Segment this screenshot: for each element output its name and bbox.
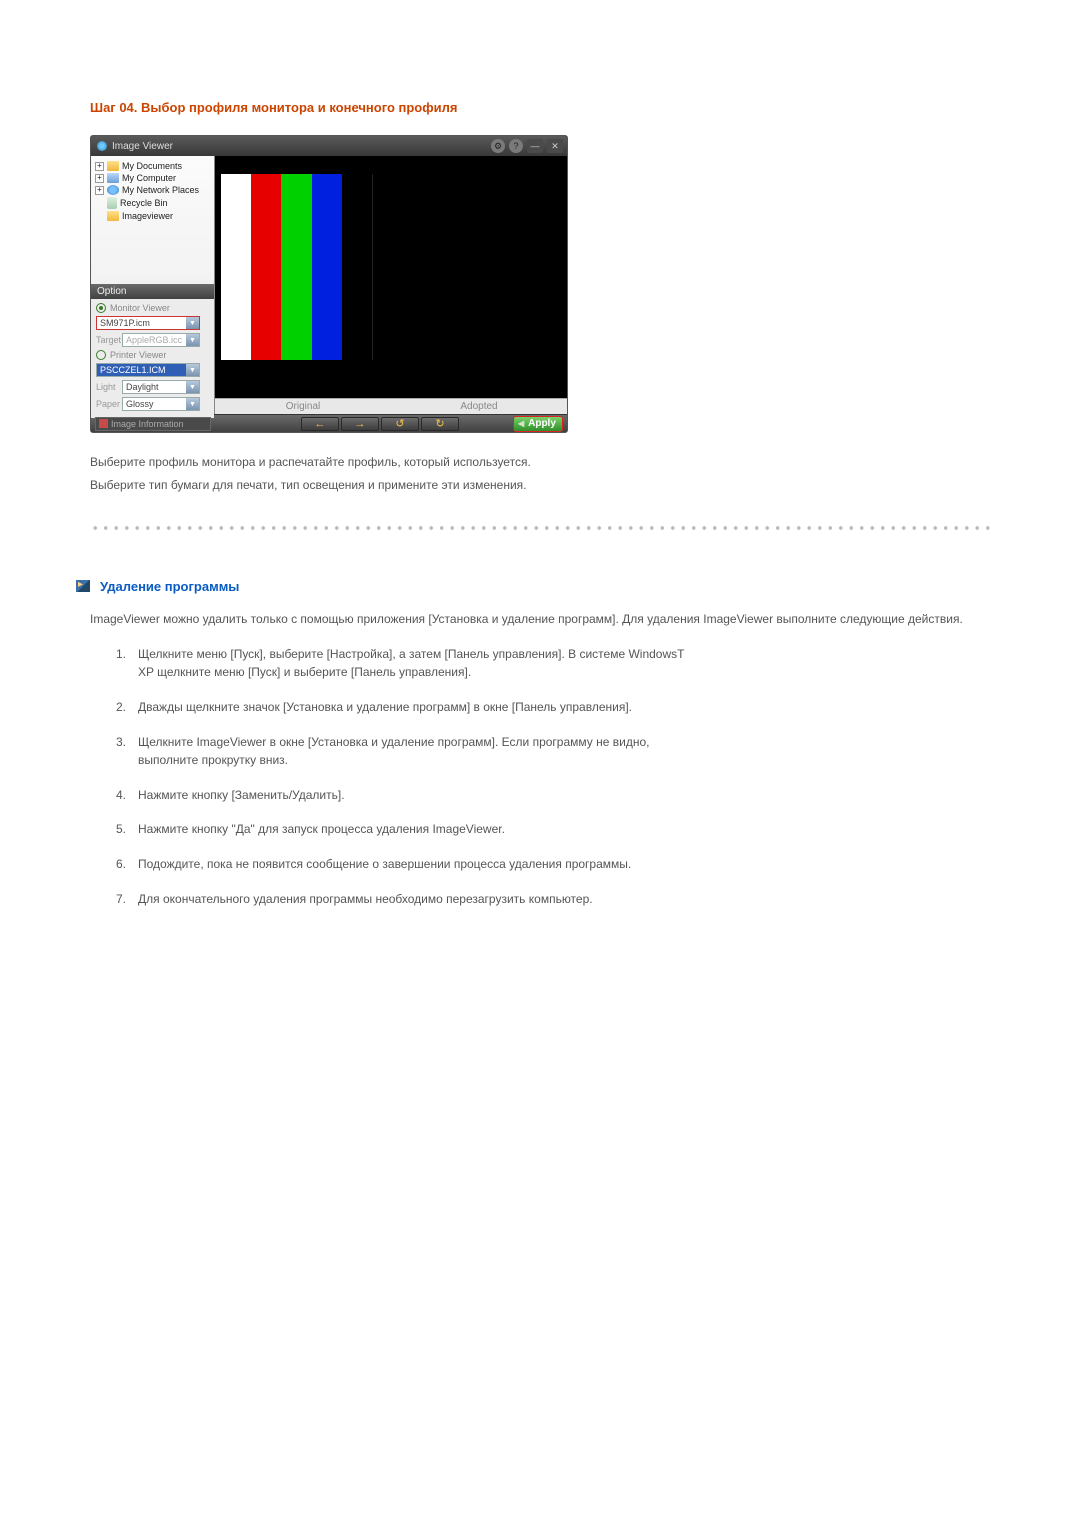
tree-label: Recycle Bin (120, 198, 168, 208)
expand-icon[interactable]: + (95, 162, 104, 171)
image-viewer-window: Image Viewer ⚙ ? — ✕ + My Documents + My C… (90, 135, 568, 433)
list-item: 5.Нажмите кнопку "Да" для запуск процесс… (112, 820, 990, 839)
original-label: Original (215, 399, 391, 414)
list-item: 6.Подождите, пока не появится сообщение … (112, 855, 990, 874)
color-test-pattern (221, 174, 373, 360)
list-item: 7.Для окончательного удаления программы … (112, 890, 990, 909)
next-button[interactable]: → (341, 417, 379, 431)
printer-viewer-label: Printer Viewer (110, 350, 166, 360)
rotate-ccw-button[interactable]: ↺ (381, 417, 419, 431)
tree-label: My Computer (122, 173, 176, 183)
list-item: 3.Щелкните ImageViewer в окне [Установка… (112, 733, 990, 770)
light-label: Light (96, 382, 118, 392)
rotate-cw-button[interactable]: ↻ (421, 417, 459, 431)
section-icon (76, 580, 90, 592)
target-select[interactable]: AppleRGB.icc▼ (122, 333, 200, 347)
expand-icon[interactable]: + (95, 174, 104, 183)
monitor-radio[interactable] (96, 303, 106, 313)
app-icon (97, 141, 107, 151)
description-line-2: Выберите тип бумаги для печати, тип осве… (90, 474, 990, 497)
window-title: Image Viewer (112, 141, 173, 152)
computer-icon (107, 173, 119, 183)
expand-spacer (95, 212, 104, 221)
folder-icon (107, 161, 119, 171)
tree-item[interactable]: Imageviewer (95, 210, 210, 222)
recycle-bin-icon (107, 197, 117, 209)
tree-label: My Documents (122, 161, 182, 171)
option-header: Option (91, 284, 214, 299)
sidebar: + My Documents + My Computer + My Network P… (91, 156, 215, 414)
option-panel: Monitor Viewer SM971P.icm▼ Target AppleRG… (91, 299, 214, 418)
step-title: Шаг 04. Выбор профиля монитора и конечно… (90, 100, 990, 115)
paper-select[interactable]: Glossy▼ (122, 397, 200, 411)
tree-item[interactable]: + My Documents (95, 160, 210, 172)
monitor-viewer-label: Monitor Viewer (110, 303, 170, 313)
folder-icon (107, 211, 119, 221)
paper-label: Paper (96, 399, 118, 409)
list-item: 2.Дважды щелкните значок [Установка и уд… (112, 698, 990, 717)
titlebar: Image Viewer ⚙ ? — ✕ (91, 136, 567, 156)
close-button[interactable]: ✕ (547, 139, 563, 153)
expand-spacer (95, 199, 104, 208)
info-icon (99, 419, 108, 428)
chevron-down-icon[interactable]: ▼ (186, 334, 199, 346)
light-select[interactable]: Daylight▼ (122, 380, 200, 394)
apply-button[interactable]: Apply (513, 416, 563, 432)
adopted-label: Adopted (391, 399, 567, 414)
description-line-1: Выберите профиль монитора и распечатайте… (90, 451, 990, 474)
expand-icon[interactable]: + (95, 186, 104, 195)
prev-button[interactable]: ← (301, 417, 339, 431)
printer-radio[interactable] (96, 350, 106, 360)
printer-profile-select[interactable]: PSCCZEL1.ICM▼ (96, 363, 200, 377)
tree-item[interactable]: Recycle Bin (95, 196, 210, 210)
list-item: 4.Нажмите кнопку [Заменить/Удалить]. (112, 786, 990, 805)
settings-icon[interactable]: ⚙ (491, 139, 505, 153)
folder-tree: + My Documents + My Computer + My Network P… (91, 156, 214, 284)
uninstall-steps: 1.Щелкните меню [Пуск], выберите [Настро… (90, 645, 990, 908)
chevron-down-icon[interactable]: ▼ (186, 317, 199, 329)
tree-item[interactable]: + My Computer (95, 172, 210, 184)
network-icon (107, 185, 119, 195)
tree-label: Imageviewer (122, 211, 173, 221)
tree-label: My Network Places (122, 185, 199, 195)
uninstall-intro: ImageViewer можно удалить только с помощ… (90, 610, 990, 629)
target-label: Target (96, 335, 118, 345)
list-item: 1.Щелкните меню [Пуск], выберите [Настро… (112, 645, 990, 682)
chevron-down-icon[interactable]: ▼ (186, 398, 199, 410)
chevron-down-icon[interactable]: ▼ (186, 381, 199, 393)
uninstall-title: Удаление программы (100, 579, 239, 594)
monitor-profile-select[interactable]: SM971P.icm▼ (96, 316, 200, 330)
section-divider (90, 525, 990, 531)
help-icon[interactable]: ? (509, 139, 523, 153)
image-information[interactable]: Image Information (95, 417, 211, 431)
tree-item[interactable]: + My Network Places (95, 184, 210, 196)
minimize-button[interactable]: — (527, 139, 543, 153)
preview-canvas: Original Adopted (215, 156, 567, 414)
chevron-down-icon[interactable]: ▼ (186, 364, 199, 376)
footer-bar: Image Information ← → ↺ ↻ Apply (91, 414, 567, 432)
